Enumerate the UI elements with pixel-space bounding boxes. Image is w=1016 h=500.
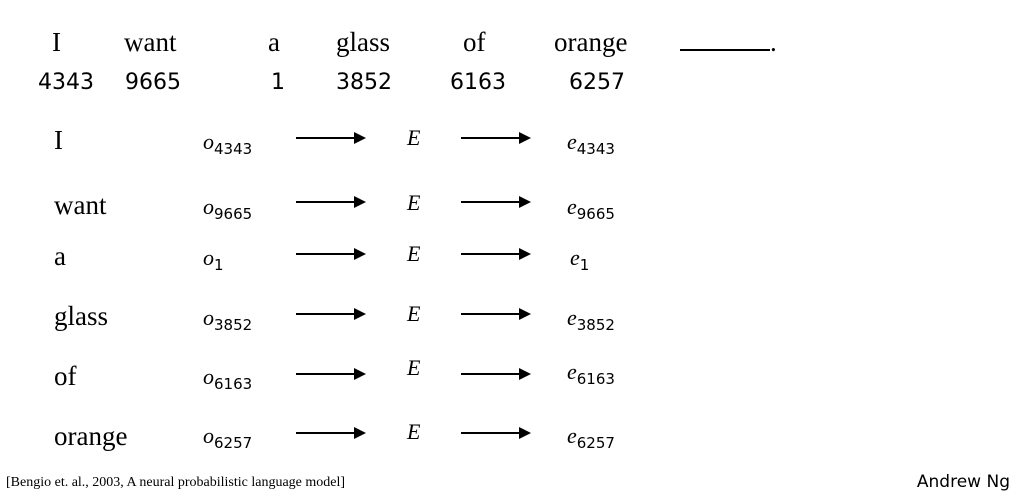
- citation: [Bengio et. al., 2003, A neural probabil…: [6, 475, 346, 490]
- sentence-blank: .: [680, 29, 777, 56]
- sentence-word-of: of: [463, 27, 486, 57]
- sentence-word-a: a: [268, 27, 280, 57]
- arrow-icon: [296, 196, 366, 208]
- onehot-vector: o6257: [203, 423, 253, 452]
- row-word: want: [54, 190, 107, 220]
- embedding-matrix: E: [407, 190, 421, 215]
- row-word: of: [54, 361, 77, 391]
- arrow-icon: [296, 132, 366, 144]
- arrow-icon: [461, 248, 531, 260]
- arrow-icon: [296, 308, 366, 320]
- embedding-matrix: E: [407, 125, 421, 150]
- onehot-vector: o1: [203, 245, 224, 274]
- index-6163: 6163: [450, 70, 506, 95]
- sentence-word-want: want: [124, 27, 177, 57]
- embedding-vector: e3852: [567, 305, 615, 334]
- arrow-icon: [461, 196, 531, 208]
- row-word: glass: [54, 301, 108, 331]
- embedding-matrix: E: [407, 419, 421, 444]
- onehot-vector: o9665: [203, 194, 253, 223]
- embedding-matrix: E: [407, 301, 421, 326]
- embedding-vector: e6163: [567, 359, 615, 388]
- embedding-vector: e9665: [567, 194, 615, 223]
- onehot-vector: o6163: [203, 364, 253, 393]
- embedding-vector: e1: [570, 245, 590, 274]
- row-word: orange: [54, 421, 128, 451]
- index-4343: 4343: [38, 70, 94, 95]
- arrow-icon: [461, 132, 531, 144]
- index-3852: 3852: [336, 70, 392, 95]
- sentence-word-glass: glass: [336, 27, 390, 57]
- index-6257: 6257: [569, 70, 625, 95]
- row-word: a: [54, 241, 66, 271]
- onehot-vector: o4343: [203, 129, 253, 158]
- index-9665: 9665: [125, 70, 181, 95]
- onehot-vector: o3852: [203, 305, 253, 334]
- sentence-word-i: I: [52, 27, 61, 57]
- arrow-icon: [461, 308, 531, 320]
- sentence-word-orange: orange: [554, 27, 628, 57]
- embedding-vector: e4343: [567, 129, 615, 158]
- arrow-icon: [461, 368, 531, 380]
- arrow-icon: [461, 427, 531, 439]
- arrow-icon: [296, 368, 366, 380]
- embedding-matrix: E: [407, 241, 421, 266]
- row-word: I: [54, 125, 63, 155]
- embedding-vector: e6257: [567, 423, 615, 452]
- embedding-matrix: E: [407, 355, 421, 380]
- author-name: Andrew Ng: [916, 472, 1010, 492]
- arrow-icon: [296, 427, 366, 439]
- arrow-icon: [296, 248, 366, 260]
- index-1: 1: [271, 70, 285, 95]
